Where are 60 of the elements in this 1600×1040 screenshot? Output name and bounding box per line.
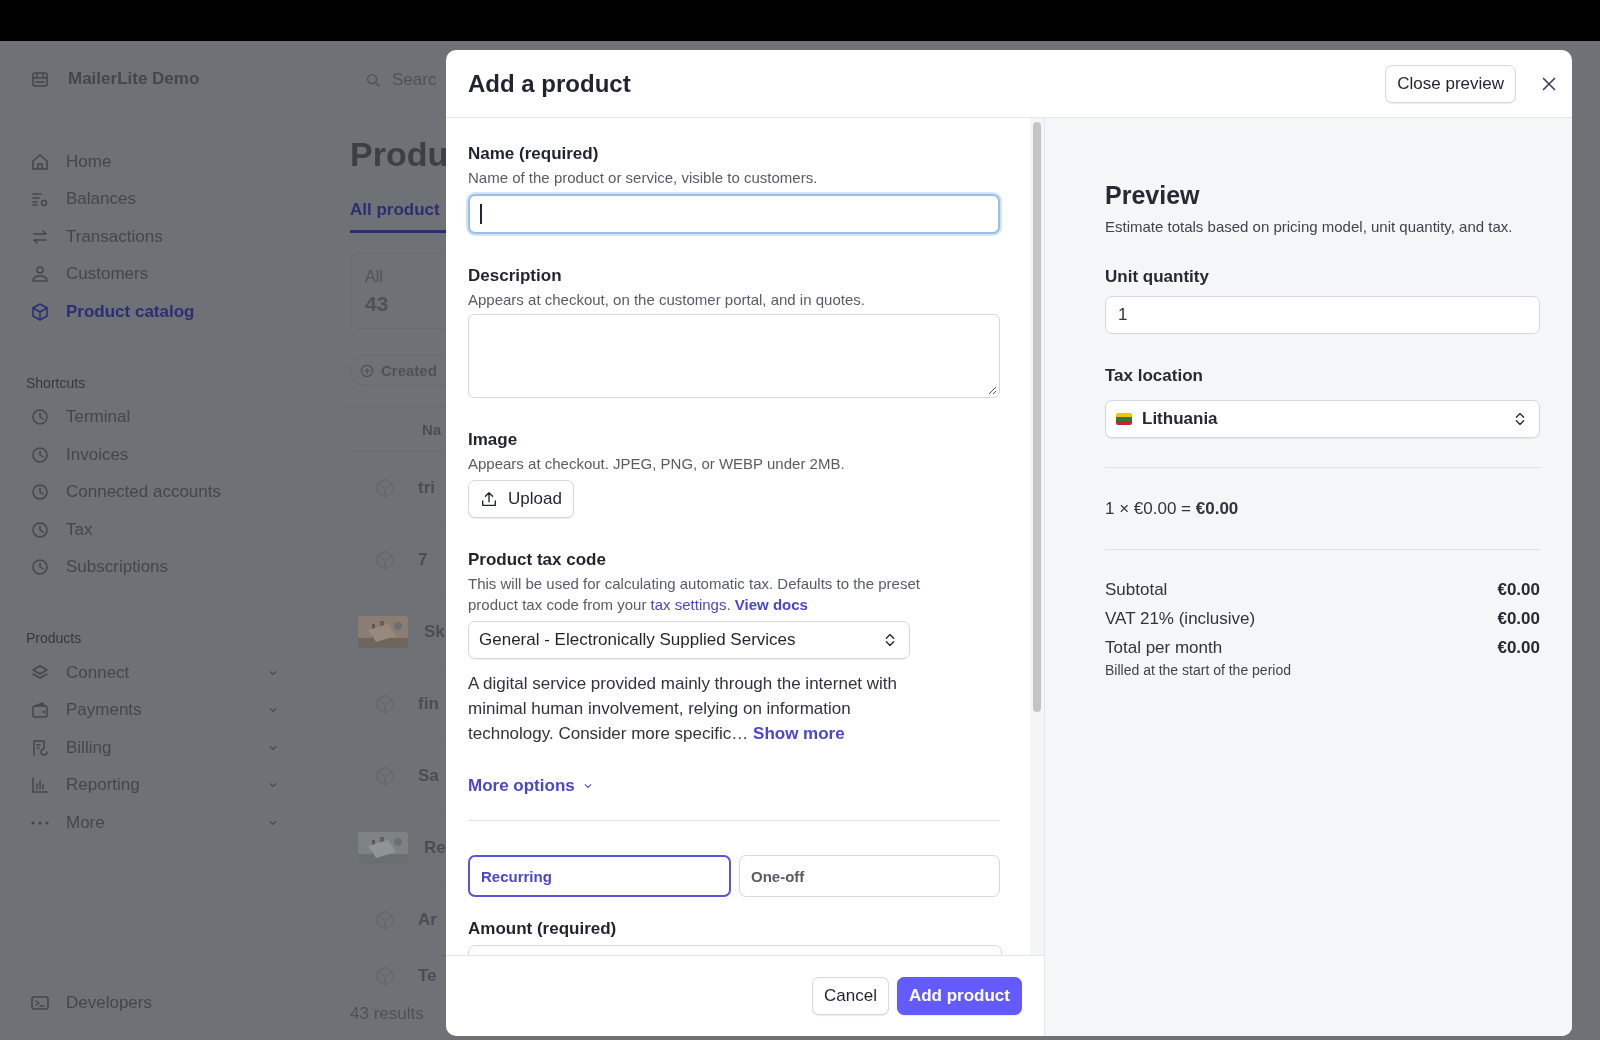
flag-icon <box>1116 413 1132 425</box>
section-heading: Products <box>26 630 83 646</box>
upload-icon <box>480 490 498 508</box>
field-help: Appears at checkout, on the customer portal, and in quotes. <box>468 290 866 310</box>
show-more-link[interactable]: Show more <box>753 724 845 743</box>
field-label: Description <box>468 266 563 286</box>
upload-button[interactable]: Upload <box>468 480 574 518</box>
field-help: This will be used for calculating automatic tax. Defaults to the preset product tax code from your tax settings. View docs <box>468 574 921 615</box>
total-value: €0.00 <box>1497 609 1540 629</box>
tax-code-description: A digital service provided mainly through the internet with minimal human involvement, relying on information technology. Consider more specific… Show more <box>468 673 898 745</box>
quantity-field[interactable]: 1 <box>1105 296 1540 334</box>
field-label: Unit quantity <box>1105 267 1210 287</box>
field-help: Appears at checkout. JPEG, PNG, or WEBP under 2MB. <box>468 454 846 474</box>
total-note: Billed at the start of the period <box>1105 662 1292 678</box>
clock-icon <box>30 482 50 503</box>
total-label: VAT 21% (inclusive) <box>1105 609 1256 629</box>
text-area[interactable] <box>468 314 1000 398</box>
link[interactable]: tax settings <box>650 596 727 613</box>
dots-icon <box>30 820 50 825</box>
field-label: Image <box>468 430 519 450</box>
clock-icon <box>30 407 50 428</box>
scrollbar[interactable] <box>1033 122 1041 712</box>
dialog-title: Add a product <box>468 69 632 98</box>
field-label: Name (required) <box>468 144 600 164</box>
total-value: €0.00 <box>1497 580 1540 600</box>
tax-code-select[interactable]: General - Electronically Supplied Services <box>468 621 910 659</box>
wallet-icon <box>30 700 50 721</box>
field-label: Amount (required) <box>468 919 618 939</box>
pricing-option[interactable]: One-off <box>739 855 1000 897</box>
clock-icon <box>30 444 50 465</box>
more-options-link[interactable]: More options <box>468 776 595 796</box>
field-label: Tax location <box>1105 366 1204 386</box>
price-formula: 1 × €0.00 = €0.00 <box>1105 467 1540 549</box>
section-heading: Shortcuts <box>26 374 87 391</box>
field-label: Product tax code <box>468 550 607 570</box>
link[interactable]: View docs <box>734 596 808 613</box>
location-select[interactable]: Lithuania <box>1105 400 1540 438</box>
total-value: €0.00 <box>1497 638 1540 658</box>
preview-title: Preview <box>1105 181 1201 210</box>
submit-button[interactable]: Add product <box>896 977 1022 1015</box>
clock-icon <box>30 519 50 540</box>
clock-icon <box>30 557 50 578</box>
sidebar-item[interactable]: Product catalog <box>26 293 280 331</box>
cube-icon <box>30 301 50 322</box>
bar-chart-icon <box>30 775 50 796</box>
search-icon <box>364 71 382 89</box>
person-icon <box>30 264 50 285</box>
pricing-option[interactable]: Recurring <box>468 855 731 897</box>
total-label: Subtotal <box>1105 580 1168 600</box>
input-field[interactable] <box>468 194 1000 234</box>
receipt-icon <box>30 737 50 758</box>
field-help: Name of the product or service, visible to customers. <box>468 168 819 188</box>
plus-circle-icon <box>359 362 375 379</box>
cancel-button[interactable]: Cancel <box>812 977 889 1015</box>
store-icon <box>30 69 50 89</box>
preview-subtitle: Estimate totals based on pricing model, unit quantity, and tax. <box>1105 218 1514 235</box>
total-label: Total per month <box>1105 638 1223 658</box>
home-icon <box>30 151 50 172</box>
close-preview-button[interactable]: Close preview <box>1385 64 1516 103</box>
resize-grip-icon <box>987 385 997 395</box>
